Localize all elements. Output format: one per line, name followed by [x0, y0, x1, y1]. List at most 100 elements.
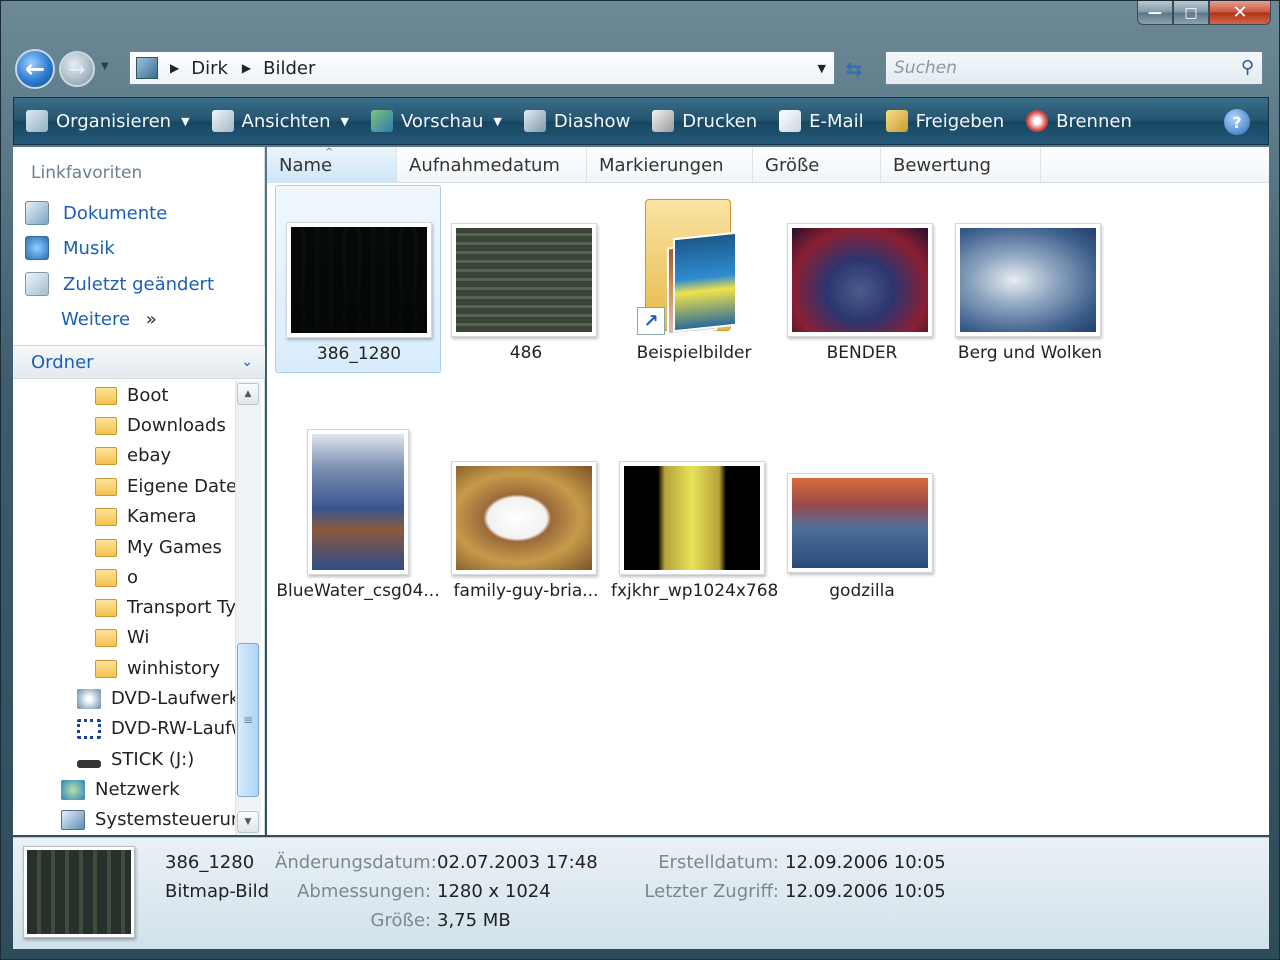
selected-file-name: 386_1280 [165, 852, 255, 873]
file-tile-beispielbilder[interactable]: ↗ Beispielbilder [611, 185, 777, 373]
folder-icon [95, 628, 117, 647]
file-tile-386-1280[interactable]: 386_1280 [275, 185, 441, 373]
column-label: Bewertung [893, 154, 991, 176]
column-rating[interactable]: Bewertung [881, 147, 1041, 183]
image-thumbnail [955, 223, 1101, 337]
column-name[interactable]: ^ Name [267, 147, 397, 183]
address-dropdown-icon[interactable]: ▼ [818, 62, 826, 75]
tree-item-stick[interactable]: STICK (J:) [77, 749, 194, 770]
burn-label: Brennen [1056, 110, 1132, 132]
file-tile-486[interactable]: 486 [443, 185, 609, 373]
dvd-rw-drive-icon [77, 718, 101, 739]
triangle-down-icon: ▼ [244, 817, 252, 827]
folders-section-header[interactable]: Ordner ⌄ [13, 345, 265, 379]
control-panel-icon [61, 809, 85, 830]
tree-item-label: Eigene Dateien [127, 476, 235, 497]
organize-button[interactable]: Organisieren ▼ [26, 110, 190, 132]
favorite-music[interactable]: Musik [25, 236, 115, 260]
navigation-bar: ← → ▼ ▶ Dirk ▶ Bilder ▼ ⇆ Suchen ⚲ [1, 45, 1280, 93]
tree-item-dvd-rw-drive[interactable]: DVD-RW-Laufw [77, 718, 235, 739]
slideshow-button[interactable]: Diashow [523, 110, 630, 132]
email-button[interactable]: E-Mail [779, 110, 864, 132]
breadcrumb-separator-icon[interactable]: ▶ [242, 61, 251, 75]
recent-pages-dropdown[interactable]: ▼ [101, 61, 109, 72]
search-input[interactable]: Suchen ⚲ [885, 51, 1263, 85]
scroll-down-button[interactable]: ▼ [237, 811, 259, 833]
tree-item-kamera[interactable]: Kamera [95, 506, 197, 527]
close-button[interactable]: ✕ [1209, 1, 1271, 25]
scroll-thumb[interactable]: ≡ [237, 643, 259, 797]
file-tile-family-guy[interactable]: family-guy-bria... [443, 423, 609, 611]
share-label: Freigeben [915, 110, 1005, 132]
file-tile-fxjkhr[interactable]: fxjkhr_wp1024x768 [611, 423, 777, 611]
views-button[interactable]: Ansichten ▼ [211, 110, 349, 132]
column-size[interactable]: Größe [753, 147, 881, 183]
forward-button[interactable]: → [59, 51, 95, 87]
tree-item-label: Downloads [127, 415, 226, 436]
file-tile-godzilla[interactable]: godzilla [779, 423, 945, 611]
minimize-button[interactable]: — [1137, 1, 1173, 25]
tree-item-dvd-drive[interactable]: DVD-Laufwerk [77, 688, 235, 709]
folder-icon [95, 598, 117, 617]
search-icon[interactable]: ⚲ [1241, 57, 1254, 78]
accessed-value: 12.09.2006 10:05 [785, 881, 946, 902]
tree-item-winhistory[interactable]: winhistory [95, 658, 220, 679]
address-bar[interactable]: ▶ Dirk ▶ Bilder ▼ [129, 51, 835, 85]
tree-item-boot[interactable]: Boot [95, 385, 168, 406]
favorite-recent[interactable]: Zuletzt geändert [25, 272, 214, 296]
image-thumbnail [787, 223, 933, 337]
search-placeholder: Suchen [894, 58, 957, 78]
share-button[interactable]: Freigeben [885, 110, 1005, 132]
maximize-button[interactable]: □ [1173, 1, 1209, 25]
file-name: 386_1280 [316, 344, 402, 364]
forward-arrow-icon: → [68, 57, 86, 81]
breadcrumb-bilder[interactable]: Bilder [263, 58, 315, 79]
favorite-label: Musik [63, 237, 115, 259]
burn-button[interactable]: Brennen [1026, 110, 1132, 132]
tree-item-network[interactable]: Netzwerk [61, 779, 180, 800]
views-label: Ansichten [241, 110, 331, 132]
file-tile-bluewater[interactable]: BlueWater_csg04... [275, 423, 441, 611]
help-button[interactable]: ? [1224, 109, 1250, 135]
favorite-label: Dokumente [63, 202, 168, 224]
refresh-button[interactable]: ⇆ [839, 55, 869, 83]
more-favorites-link[interactable]: Weitere » [61, 309, 157, 330]
image-thumbnail [307, 429, 409, 575]
tree-item-label: My Games [127, 537, 222, 558]
email-label: E-Mail [809, 110, 864, 132]
motherboard-image [456, 228, 592, 332]
column-tags[interactable]: Markierungen [587, 147, 753, 183]
column-date-taken[interactable]: Aufnahmedatum [397, 147, 587, 183]
file-tile-berg-und-wolken[interactable]: Berg und Wolken [947, 185, 1113, 373]
tree-item-eigene-dateien[interactable]: Eigene Dateien [95, 476, 235, 497]
column-label: Größe [765, 154, 820, 176]
file-tile-bender[interactable]: BENDER [779, 185, 945, 373]
tree-item-label: Kamera [127, 506, 197, 527]
tree-item-o[interactable]: o [95, 567, 138, 588]
scroll-up-button[interactable]: ▲ [237, 383, 259, 405]
tree-item-downloads[interactable]: Downloads [95, 415, 226, 436]
godzilla-image [792, 478, 928, 568]
breadcrumb-separator-icon[interactable]: ▶ [170, 61, 179, 75]
print-button[interactable]: Drucken [652, 110, 757, 132]
tree-item-wi[interactable]: Wi [95, 627, 149, 648]
preview-button[interactable]: Vorschau ▼ [370, 110, 502, 132]
file-name: 486 [509, 343, 543, 363]
tree-item-transport[interactable]: Transport Ty [95, 597, 235, 618]
modified-label: Änderungsdatum: [275, 852, 437, 873]
burn-disc-icon [1026, 110, 1049, 132]
tree-item-control-panel[interactable]: Systemsteuerung [61, 809, 235, 830]
created-value: 12.09.2006 10:05 [785, 852, 946, 873]
bender-image [792, 228, 928, 332]
folder-tree-scrollbar[interactable]: ▲ ≡ ▼ [235, 381, 261, 835]
refresh-icon: ⇆ [845, 57, 863, 81]
preview-label: Vorschau [400, 110, 484, 132]
breadcrumb-dirk[interactable]: Dirk [191, 58, 228, 79]
favorite-documents[interactable]: Dokumente [25, 201, 167, 225]
back-button[interactable]: ← [15, 49, 55, 89]
chevron-down-icon: ▼ [101, 61, 109, 72]
tree-item-ebay[interactable]: ebay [95, 445, 171, 466]
back-arrow-icon: ← [24, 55, 46, 83]
tree-item-my-games[interactable]: My Games [95, 537, 222, 558]
tree-item-label: winhistory [127, 658, 221, 679]
